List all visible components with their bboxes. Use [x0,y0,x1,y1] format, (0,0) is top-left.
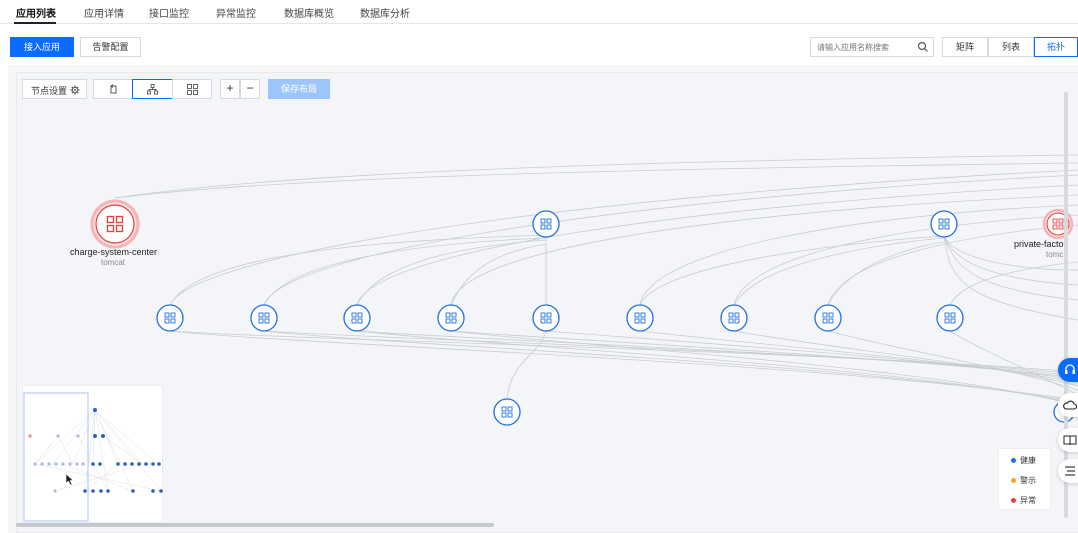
legend-label: 健康 [1020,456,1036,465]
node-name-label: charge-system-center [70,247,158,257]
horizontal-scrollbar[interactable] [16,523,494,527]
node-service-2[interactable] [250,304,278,332]
list-button[interactable] [1058,459,1078,483]
list-icon [1065,466,1075,476]
minimap-viewport[interactable] [23,392,89,522]
cloud-icon [1063,400,1077,410]
node-hub-right[interactable] [930,210,958,238]
graph-edges [114,154,1078,407]
healthy-dot-icon [1011,458,1016,464]
node-hub-center[interactable] [532,210,560,238]
headset-icon [1065,364,1075,374]
node-service-4[interactable] [437,304,465,332]
docs-button[interactable] [1058,428,1078,452]
minimap-preview [23,392,163,522]
node-service-9[interactable] [936,304,964,332]
node-name-label: private-facto [1014,239,1064,249]
node-service-1[interactable] [156,304,184,332]
support-button[interactable] [1058,358,1078,382]
node-service-5[interactable] [532,304,560,332]
vertical-scrollbar[interactable] [1064,92,1068,518]
node-service-7[interactable] [720,304,748,332]
node-service-3[interactable] [343,304,371,332]
legend-item-error: 异常 [1011,495,1036,506]
warning-dot-icon [1011,478,1016,484]
node-type-label: tomcat [101,258,126,267]
graph-minimap[interactable] [22,385,163,523]
node-service-8[interactable] [814,304,842,332]
node-database[interactable] [493,398,521,426]
cloud-button[interactable] [1058,393,1078,417]
legend-label: 异常 [1020,496,1036,505]
status-legend: 健康 警示 异常 [998,448,1051,510]
node-charge-system-center[interactable] [90,199,140,249]
mouse-cursor-icon [65,473,74,486]
legend-item-warning: 警示 [1011,475,1036,486]
legend-label: 警示 [1020,476,1036,485]
node-service-6[interactable] [626,304,654,332]
node-type-label: tomc [1046,250,1064,259]
legend-item-healthy: 健康 [1011,455,1036,466]
book-icon [1063,435,1077,446]
error-dot-icon [1011,498,1016,504]
